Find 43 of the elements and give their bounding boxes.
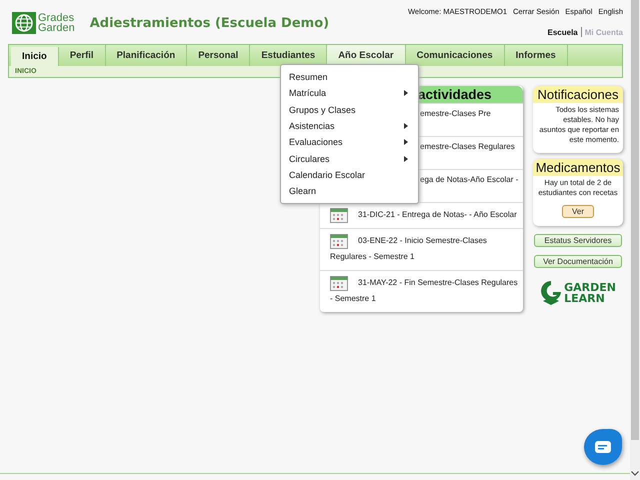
- scrollbar[interactable]: [630, 0, 640, 480]
- activity-text[interactable]: ega de Notas-Año Escolar -: [420, 175, 518, 184]
- calendar-icon: [330, 234, 348, 249]
- logo-text: Garden: [38, 23, 75, 33]
- menu-item[interactable]: Circulares: [281, 150, 418, 167]
- menu-item[interactable]: Resumen: [281, 69, 418, 86]
- chat-icon: [595, 441, 611, 453]
- activity-text[interactable]: 03-ENE-22 - Inicio Semestre-Clases: [358, 236, 487, 245]
- menu-item[interactable]: Matrícula: [281, 85, 418, 102]
- nav-tab[interactable]: Informes: [504, 45, 568, 66]
- garden-learn-logo-icon: [540, 280, 562, 306]
- activity-text[interactable]: emestre-Clases Regulares: [420, 142, 515, 151]
- side-button[interactable]: Estatus Servidores: [534, 234, 622, 247]
- chat-button[interactable]: [584, 429, 622, 465]
- brand-text: GARDEN: [564, 282, 616, 293]
- nav-tab[interactable]: Planificación: [106, 45, 188, 66]
- activity-text[interactable]: emestre-Clases Pre: [420, 109, 491, 118]
- menu-item[interactable]: Evaluaciones: [281, 134, 418, 150]
- nav-tab[interactable]: Inicio: [11, 47, 59, 66]
- menu-item[interactable]: Grupos y Clases: [281, 102, 418, 118]
- calendar-icon: [330, 276, 348, 291]
- page-title: Adiestramientos (Escuela Demo): [90, 16, 330, 31]
- menu-item[interactable]: Glearn: [281, 183, 418, 200]
- activity-text[interactable]: Regulares - Semestre 1: [330, 249, 519, 265]
- scroll-down-icon[interactable]: [631, 471, 639, 476]
- activity-text[interactable]: 31-DIC-21 - Entrega de Notas- - Año Escolar: [358, 210, 517, 219]
- view-button[interactable]: Ver: [562, 205, 594, 218]
- activity-text[interactable]: 31-MAY-22 - Fin Semestre-Clases Regulares: [358, 278, 518, 287]
- account-link[interactable]: Escuela: [548, 28, 578, 36]
- nav-tab[interactable]: Personal: [187, 45, 250, 66]
- card-title: Notificaciones: [533, 86, 623, 103]
- menu-item[interactable]: Asistencias: [281, 118, 418, 134]
- calendar-icon: [330, 208, 348, 223]
- activity-text[interactable]: - Semestre 1: [330, 291, 519, 307]
- logo-text: Grades: [38, 13, 75, 23]
- panel-title: actividades: [418, 87, 492, 102]
- globe-logo-icon: [12, 12, 36, 34]
- menu-item[interactable]: Calendario Escolar: [281, 166, 418, 184]
- nav-tab[interactable]: Año Escolar: [327, 45, 406, 66]
- brand-text: LEARN: [564, 293, 606, 304]
- side-button[interactable]: Ver Documentación: [534, 255, 622, 268]
- card-title: Medicamentos: [533, 159, 623, 176]
- nav-tab[interactable]: Perfil: [58, 45, 106, 66]
